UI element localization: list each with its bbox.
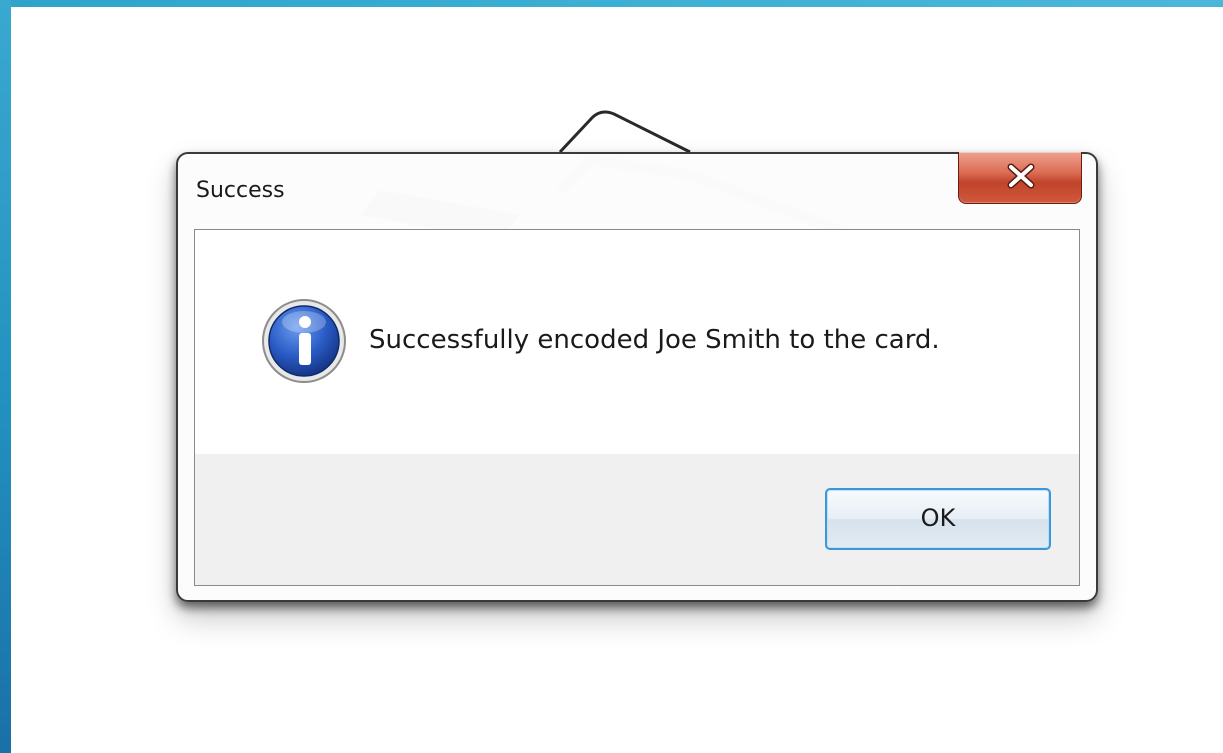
ok-button[interactable]: OK xyxy=(825,488,1051,550)
info-icon xyxy=(262,299,346,383)
message-text: Successfully encoded Joe Smith to the ca… xyxy=(369,325,940,355)
dialog-title: Success xyxy=(196,178,285,203)
left-accent-bar xyxy=(0,0,11,753)
dialog-content: Successfully encoded Joe Smith to the ca… xyxy=(194,229,1080,586)
close-button[interactable] xyxy=(958,152,1082,204)
slide-background: Success Successfully encoded Joe Smith t… xyxy=(0,0,1223,753)
close-icon xyxy=(1007,163,1035,189)
message-area: Successfully encoded Joe Smith to the ca… xyxy=(195,230,1079,454)
top-accent-bar xyxy=(0,0,1223,7)
message-dialog: Success Successfully encoded Joe Smith t… xyxy=(176,152,1098,602)
button-area: OK xyxy=(195,454,1079,585)
